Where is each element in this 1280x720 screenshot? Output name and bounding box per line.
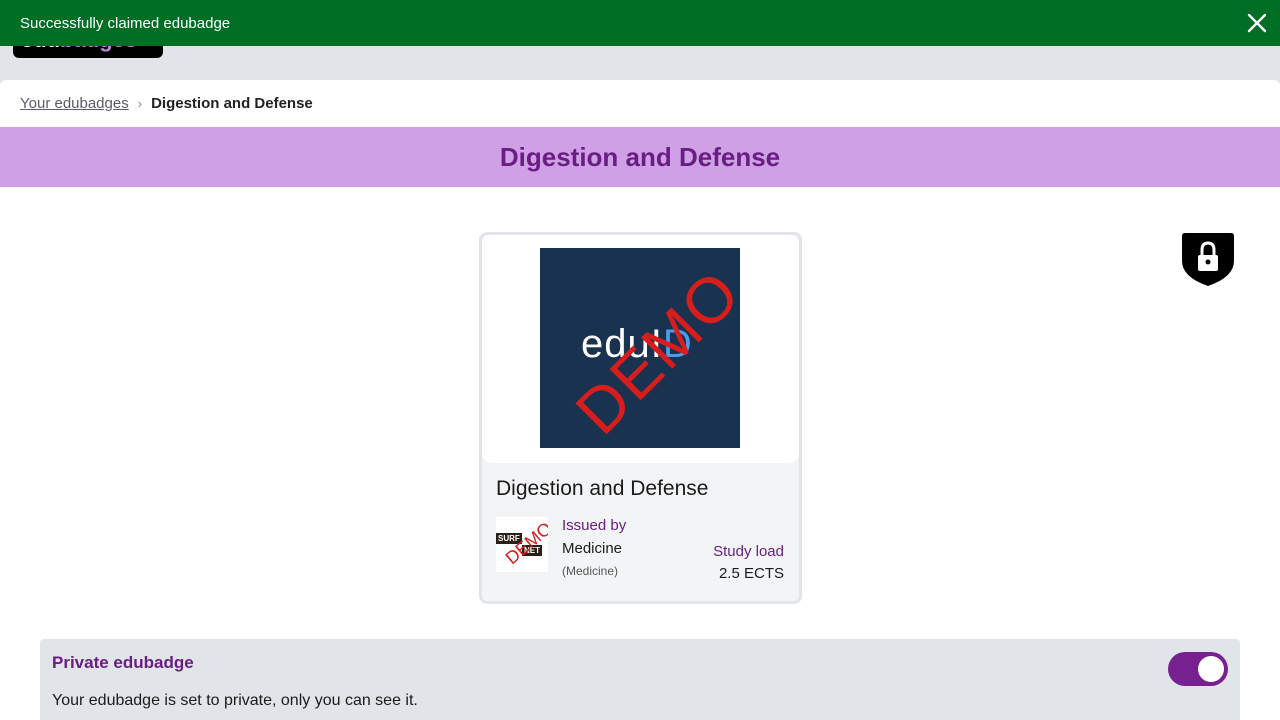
toast-message: Successfully claimed edubadge — [20, 14, 231, 32]
issued-by-label: Issued by — [562, 517, 627, 534]
badge-image-area: eduID DEMO — [482, 235, 799, 463]
study-load-label: Study load — [713, 543, 784, 560]
page-title-band: Digestion and Defense — [0, 127, 1280, 187]
breadcrumb-your-edubadges[interactable]: Your edubadges — [20, 95, 129, 112]
badge-card[interactable]: eduID DEMO Digestion and Defense SURF NE… — [479, 232, 802, 604]
breadcrumb: Your edubadges › Digestion and Defense — [0, 80, 1280, 127]
badge-image: eduID DEMO — [540, 248, 740, 448]
private-edubadge-description: Your edubadge is set to private, only yo… — [52, 692, 418, 709]
page-title: Digestion and Defense — [499, 141, 781, 172]
private-toggle[interactable] — [1168, 652, 1228, 686]
lock-shield-icon — [1182, 233, 1234, 286]
private-edubadge-section: Private edubadge Your edubadge is set to… — [40, 639, 1240, 720]
private-edubadge-title: Private edubadge — [52, 653, 194, 672]
issuer-faculty: (Medicine) — [562, 564, 619, 578]
breadcrumb-current: Digestion and Defense — [151, 95, 313, 112]
badge-title: Digestion and Defense — [496, 477, 709, 500]
toggle-knob — [1198, 656, 1224, 682]
badge-detail-page: Your edubadges › Digestion and Defense D… — [0, 80, 1280, 720]
breadcrumb-separator: › — [137, 96, 143, 111]
success-toast: Successfully claimed edubadge — [0, 0, 1280, 46]
close-icon[interactable] — [1246, 12, 1268, 34]
study-load-value: 2.5 ECTS — [718, 565, 784, 582]
issuer-name: Medicine — [562, 540, 623, 557]
issuer-logo: SURF NET DEMO — [496, 517, 548, 572]
